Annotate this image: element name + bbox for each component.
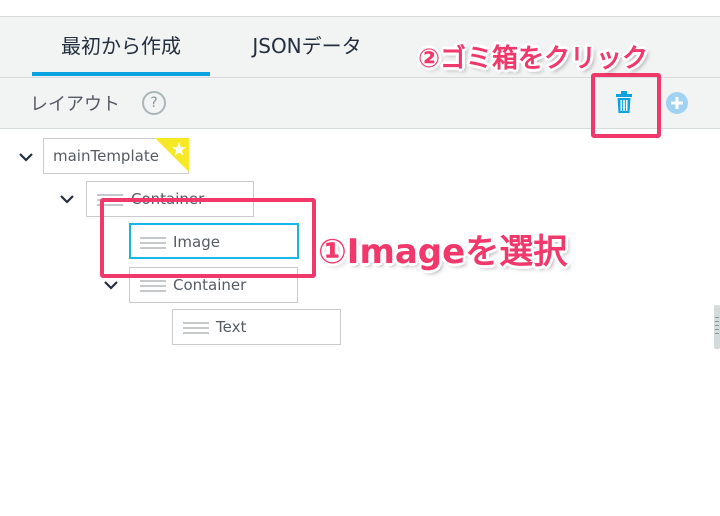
tree-node-label: Text [216,318,247,336]
tree-node-label: Container [173,276,247,294]
tree-node-main-template[interactable]: mainTemplate [43,138,189,174]
help-icon[interactable]: ? [142,91,166,115]
tab-create-from-scratch[interactable]: 最初から作成 [32,17,210,75]
chevron-down-icon[interactable] [18,149,34,165]
layout-title: レイアウト [30,94,120,115]
chevron-down-icon[interactable] [59,191,75,207]
top-bar [0,0,720,17]
annotation-step2: ②ゴミ箱をクリック [418,44,649,74]
active-tab-indicator [32,72,210,76]
annotation-trash-highlight [591,73,661,138]
tree-node-label: mainTemplate [53,147,159,165]
annotation-image-highlight [100,198,316,278]
layout-tree: mainTemplate Container Image Container T… [0,129,720,516]
drag-handle-icon[interactable] [140,280,166,292]
add-component-button[interactable] [666,92,688,114]
resize-handle[interactable] [714,305,720,349]
star-icon [155,138,189,172]
annotation-step1: ①Imageを選択 [318,232,568,272]
plus-circle-icon [666,92,688,114]
tree-node-text[interactable]: Text [172,309,341,345]
drag-handle-icon[interactable] [183,322,209,334]
chevron-down-icon[interactable] [103,277,119,293]
tab-json-data[interactable]: JSONデータ [232,17,382,75]
